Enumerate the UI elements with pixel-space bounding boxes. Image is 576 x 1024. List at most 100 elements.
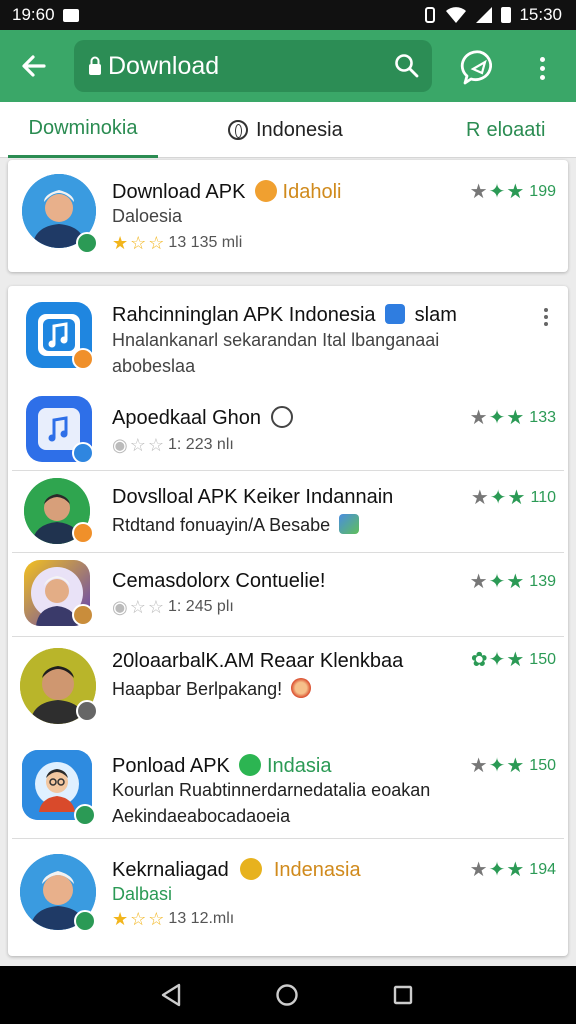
search-icon[interactable] bbox=[394, 53, 420, 79]
arrow-back-icon bbox=[22, 55, 46, 77]
star-icon: ☆ bbox=[148, 233, 165, 253]
star-icon: ★ bbox=[469, 181, 488, 203]
app-description: Hnalankanarl sekarandan Ital lbanganaai bbox=[112, 330, 440, 350]
app-list-card: Rahcinninglan APK Indonesia slam Hnalank… bbox=[8, 286, 568, 956]
back-button[interactable] bbox=[14, 46, 54, 86]
clock-right: 15:30 bbox=[519, 5, 562, 24]
globe-icon bbox=[228, 120, 248, 140]
app-title: Dovslloal APK Keiker Indannain bbox=[112, 486, 394, 508]
star-icon: ✦ bbox=[489, 487, 507, 509]
star-icon: ★ bbox=[506, 571, 525, 593]
star-icon: ★ bbox=[507, 487, 526, 509]
copyright-icon bbox=[270, 406, 293, 428]
nav-back-button[interactable] bbox=[156, 980, 186, 1010]
app-title: 20loaarbalK.AM Reaar Klenkbaa bbox=[112, 650, 404, 672]
app-title-text: Ponload APK bbox=[112, 755, 230, 777]
divider bbox=[12, 552, 564, 553]
rating-line: ◉ ☆ ☆ 1: 223 nlı bbox=[112, 436, 234, 454]
address-bar[interactable]: Download bbox=[74, 40, 432, 92]
more-options-button[interactable] bbox=[528, 48, 556, 88]
whatsapp-icon bbox=[239, 754, 262, 776]
badge-icon bbox=[72, 522, 94, 544]
clock-left: 19:60 bbox=[12, 5, 55, 24]
score-value: 150 bbox=[529, 651, 556, 668]
mascot-icon bbox=[291, 678, 312, 698]
star-icon: ★ bbox=[506, 859, 525, 881]
circle-home-icon bbox=[276, 984, 298, 1006]
list-item[interactable]: Dovslloal APK Keiker Indannain Rtdtand f… bbox=[8, 472, 568, 552]
app-tag: Indasia bbox=[267, 755, 332, 777]
star-icon: ☆ bbox=[130, 233, 147, 253]
app-tag: slam bbox=[414, 304, 457, 326]
item-menu-icon[interactable] bbox=[544, 308, 550, 326]
app-description-text: Haapbar Berlpakang! bbox=[112, 679, 283, 699]
tab-prefix: R bbox=[466, 118, 481, 141]
chat-icon[interactable] bbox=[460, 48, 500, 88]
star-icon: ★ bbox=[470, 487, 489, 509]
star-icon: ✦ bbox=[488, 859, 506, 881]
vibrate-icon bbox=[425, 7, 436, 23]
tab-dowminokia[interactable]: Dowminokia bbox=[8, 102, 158, 158]
dot bbox=[544, 308, 548, 312]
star-icon: ✦ bbox=[488, 407, 506, 429]
divider bbox=[12, 838, 564, 839]
list-item[interactable]: 20loaarbalK.AM Reaar Klenkbaa Haapbar Be… bbox=[8, 638, 568, 732]
app-score: ★ ✦ ★ 194 bbox=[470, 860, 556, 880]
app-title: Rahcinninglan APK Indonesia slam bbox=[112, 304, 457, 327]
app-tag: Indenasia bbox=[273, 859, 361, 881]
battery-icon bbox=[501, 7, 512, 23]
nav-recents-button[interactable] bbox=[388, 980, 418, 1010]
category-icon bbox=[254, 180, 277, 202]
app-description: Kourlan Ruabtinnerdarnedatalia eoakan bbox=[112, 780, 431, 800]
star-icon: ✦ bbox=[488, 649, 506, 671]
list-item[interactable]: Kekrnaliagad Indenasia Dalbasi ★ ☆ ☆ 13 … bbox=[8, 840, 568, 950]
tab-eloaati[interactable]: R eloaati bbox=[466, 102, 545, 158]
star-icon: ★ bbox=[506, 407, 525, 429]
star-icon: ◉ bbox=[112, 597, 128, 617]
star-icon: ★ bbox=[506, 755, 525, 777]
star-icon: ☆ bbox=[129, 435, 146, 455]
star-icon: ★ bbox=[469, 755, 488, 777]
star-icon: ★ bbox=[506, 181, 525, 203]
app-title: Kekrnaliagad Indenasia bbox=[112, 858, 361, 882]
featured-card[interactable]: Download APK Idaholi Daloesia ★ ☆ ☆ 13 1… bbox=[8, 160, 568, 272]
app-subtitle: Dalbasi bbox=[112, 884, 173, 904]
dot bbox=[544, 322, 548, 326]
score-value: 199 bbox=[529, 183, 556, 200]
list-item[interactable]: Rahcinninglan APK Indonesia slam Hnalank… bbox=[8, 286, 568, 386]
tab-label: Dowminokia bbox=[28, 117, 138, 139]
star-icon: ★ bbox=[112, 909, 129, 929]
app-score: ★ ✦ ★ 110 bbox=[471, 488, 556, 508]
badge-icon bbox=[72, 442, 94, 464]
app-title: Apoedkaal Ghon bbox=[112, 406, 293, 430]
app-score: ★ ✦ ★ 139 bbox=[470, 572, 556, 592]
rating-line: ◉ ☆ ☆ 1: 245 plı bbox=[112, 598, 234, 616]
square-recents-icon bbox=[393, 985, 413, 1005]
star-icon: ✦ bbox=[488, 181, 506, 203]
list-item[interactable]: Apoedkaal Ghon ◉ ☆ ☆ 1: 223 nlı ★ ✦ ★ 13… bbox=[8, 390, 568, 470]
app-meta: 1: 223 nlı bbox=[168, 436, 234, 453]
star-icon: ☆ bbox=[147, 597, 164, 617]
star-icon: ★ bbox=[506, 649, 525, 671]
star-icon: ★ bbox=[112, 233, 129, 253]
app-description: Rtdtand fonuayin/A Besabe bbox=[112, 514, 360, 536]
list-item[interactable]: Ponload APK Indasia Kourlan Ruabtinnerda… bbox=[8, 738, 568, 838]
dot bbox=[539, 56, 545, 62]
status-bar: 19:60 15:30 bbox=[0, 0, 576, 30]
list-item[interactable]: Cemasdolorx Contuelie! ◉ ☆ ☆ 1: 245 plı … bbox=[8, 554, 568, 636]
tab-label: Indonesia bbox=[256, 118, 343, 141]
badge-icon bbox=[72, 348, 94, 370]
star-icon: ✦ bbox=[488, 571, 506, 593]
score-value: 194 bbox=[529, 861, 556, 878]
app-tag: Idaholi bbox=[282, 181, 342, 203]
app-title-text: Kekrnaliagad bbox=[112, 859, 229, 881]
verified-badge-icon bbox=[76, 232, 98, 254]
star-icon: ☆ bbox=[147, 435, 164, 455]
dot bbox=[539, 65, 545, 71]
address-text: Download bbox=[108, 52, 220, 80]
tab-indonesia[interactable]: Indonesia bbox=[228, 102, 343, 158]
app-score: ★ ✦ ★ 133 bbox=[470, 408, 556, 428]
dot bbox=[544, 315, 548, 319]
nav-home-button[interactable] bbox=[272, 980, 302, 1010]
rating-line: ★ ☆ ☆ 13 135 mli bbox=[112, 234, 242, 252]
